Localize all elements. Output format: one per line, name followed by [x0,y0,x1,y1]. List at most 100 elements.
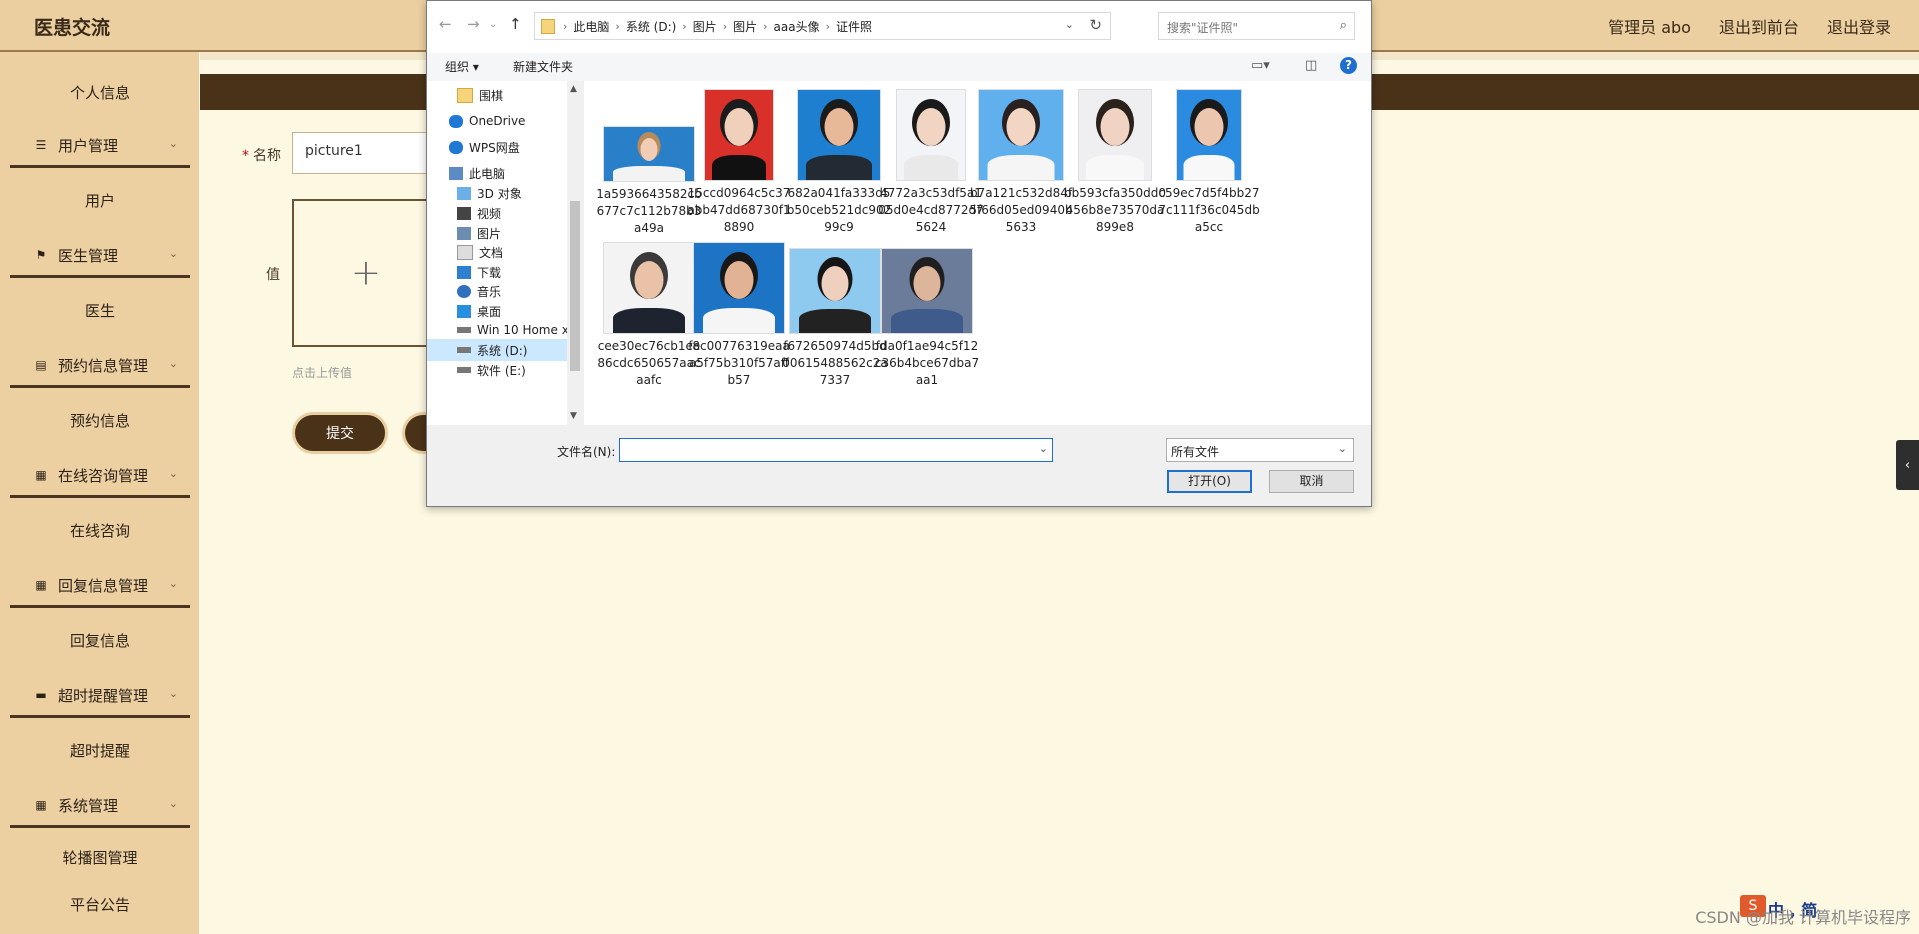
file-item[interactable]: 15ccd0964c5c37abb47dd68730f18890 [686,89,792,236]
chevron-down-icon[interactable]: ⌄ [1065,18,1074,31]
search-placeholder: 搜索"证件照" [1167,21,1239,35]
dialog-toolbar: 组织 ▾ 新建文件夹 ▭▾ ◫ ? [427,53,1371,82]
breadcrumb-item[interactable]: 图片 [693,18,717,35]
tree-item-label: 音乐 [477,284,502,299]
tree-item[interactable]: 此电脑 [427,162,567,184]
scrollbar-thumb[interactable] [570,201,580,371]
tree-item[interactable]: 系统 (D:) [427,339,567,361]
file-item[interactable]: 682a041fa333d5b50ceb521dc90299c9 [786,89,892,236]
cloud-icon [449,140,463,154]
sidebar-item-label: 医生 [84,301,115,320]
sidebar-item-10[interactable]: 回复信息 [10,620,190,660]
file-name: bb593cfa350dd0456b8e73570da899e8 [1063,186,1167,234]
sidebar-item-12[interactable]: 超时提醒 [10,730,190,770]
submit-button[interactable]: 提交 [292,412,388,454]
sidebar-group-1[interactable]: ☰ 用户管理 ⌄ [10,125,190,168]
folder-icon [457,87,473,103]
tree-item[interactable]: Win 10 Home x [427,319,567,341]
photo-thumbnail [978,89,1064,181]
sidebar-item-2[interactable]: 用户 [10,180,190,220]
chevron-down-icon[interactable]: ⌄ [1039,442,1048,455]
chevron-down-icon: ⌄ [168,797,178,810]
sidebar-group-3[interactable]: ⚑ 医生管理 ⌄ [10,235,190,278]
photo-thumbnail [896,89,966,181]
tree-item-label: 桌面 [477,304,502,319]
file-name: b7a121c532d84f5f66d05ed0940b5633 [969,186,1073,234]
refresh-icon[interactable]: ↻ [1089,16,1102,34]
tree-item[interactable]: 3D 对象 [427,182,567,204]
tree-item[interactable]: 音乐 [427,280,567,302]
chevron-down-icon: ⌄ [168,137,178,150]
help-icon[interactable]: ? [1340,57,1357,74]
sidebar-item-0[interactable]: 个人信息 [10,72,190,112]
scroll-down-icon[interactable]: ▼ [570,411,577,421]
organize-menu[interactable]: 组织 ▾ [445,58,479,75]
sidebar-item-8[interactable]: 在线咨询 [10,510,190,550]
picture-icon [457,226,471,240]
filetype-select[interactable]: 所有文件 ⌄ [1166,438,1354,462]
name-input[interactable]: picture1 [292,132,432,174]
photo-thumbnail [603,242,695,334]
back-to-frontend-link[interactable]: 退出到前台 [1719,14,1799,38]
sidebar-group-5[interactable]: ▤ 预约信息管理 ⌄ [10,345,190,388]
tree-item[interactable]: 文档 [427,241,567,263]
photo-thumbnail [789,248,881,334]
tree-item[interactable]: 软件 (E:) [427,359,567,381]
sidebar-group-13[interactable]: ▦ 系统管理 ⌄ [10,785,190,828]
image-upload-box[interactable]: + [292,199,440,347]
tree-item[interactable]: 视频 [427,202,567,224]
sidebar-group-7[interactable]: ▦ 在线咨询管理 ⌄ [10,455,190,498]
search-input[interactable]: 搜索"证件照" ⌕ [1158,12,1355,40]
chevron-down-icon: ⌄ [1337,442,1347,455]
sidebar-item-14[interactable]: 轮播图管理 [10,837,190,877]
value-label: 值 [266,267,280,283]
file-name: fda0f1ae94c5f12c36b4bce67dba7aa1 [874,339,980,387]
file-item[interactable]: c59ec7d5f4bb277c111f36c045dba5cc [1156,89,1262,236]
open-button[interactable]: 打开(O) [1167,470,1252,493]
tree-item-label: 系统 (D:) [477,343,528,358]
file-name: c59ec7d5f4bb277c111f36c045dba5cc [1158,186,1260,234]
breadcrumb-item[interactable]: 此电脑 [573,18,609,35]
sidebar-item-label: 平台公告 [69,895,130,914]
grid-icon: ▦ [35,798,47,812]
photo-thumbnail [797,89,881,181]
sidebar-group-11[interactable]: ▬ 超时提醒管理 ⌄ [10,675,190,718]
breadcrumb-item[interactable]: aaa头像 [774,18,820,35]
logout-link[interactable]: 退出登录 [1827,14,1891,38]
address-bar[interactable]: › 此电脑 › 系统 (D:) › 图片 › 图片 › aaa头像 › 证件照 … [534,12,1111,40]
file-item[interactable]: fda0f1ae94c5f12c36b4bce67dba7aa1 [874,242,980,389]
breadcrumb-item[interactable]: 证件照 [836,18,872,35]
back-arrow-icon[interactable]: ← [439,15,452,33]
chevron-down-icon: ⌄ [168,467,178,480]
breadcrumb-item[interactable]: 系统 (D:) [626,18,676,35]
sidebar-item-label: 预约信息管理 [58,356,149,375]
new-folder-button[interactable]: 新建文件夹 [513,58,573,75]
folder-icon [541,18,555,34]
filename-input[interactable]: ⌄ [619,438,1053,462]
breadcrumb-item[interactable]: 图片 [733,18,757,35]
sidebar-item-6[interactable]: 预约信息 [10,400,190,440]
file-item[interactable]: f672650974d5bd00615488562c2a7337 [782,242,888,389]
scroll-up-icon[interactable]: ▲ [570,84,577,94]
cancel-button[interactable]: 取消 [1269,470,1354,493]
tree-item[interactable]: OneDrive [427,110,567,132]
plus-icon: + [350,252,382,294]
collapse-panel-toggle[interactable]: ‹ [1896,440,1919,490]
chevron-left-icon: ‹ [1904,457,1911,473]
tree-item[interactable]: WPS网盘 [427,136,567,158]
file-item[interactable]: f8c00776319eaaa5f75b310f57affb57 [686,242,792,389]
file-item[interactable]: bb593cfa350dd0456b8e73570da899e8 [1062,89,1168,236]
up-arrow-icon[interactable]: ↑ [509,15,522,33]
forward-arrow-icon[interactable]: → [467,15,480,33]
tree-scrollbar[interactable]: ▲ ▼ [567,81,583,425]
sidebar-item-15[interactable]: 平台公告 [10,884,190,924]
sidebar-group-9[interactable]: ▦ 回复信息管理 ⌄ [10,565,190,608]
sidebar-item-4[interactable]: 医生 [10,290,190,330]
tree-item-label: 视频 [477,206,502,221]
tree-item[interactable]: 围棋 [427,84,567,106]
preview-pane-icon[interactable]: ◫ [1305,58,1317,73]
admin-user-link[interactable]: 管理员 abo [1608,14,1691,38]
file-item[interactable]: b7a121c532d84f5f66d05ed0940b5633 [968,89,1074,236]
view-options-icon[interactable]: ▭▾ [1251,58,1270,73]
recent-dropdown-icon[interactable]: ⌄ [489,19,497,30]
